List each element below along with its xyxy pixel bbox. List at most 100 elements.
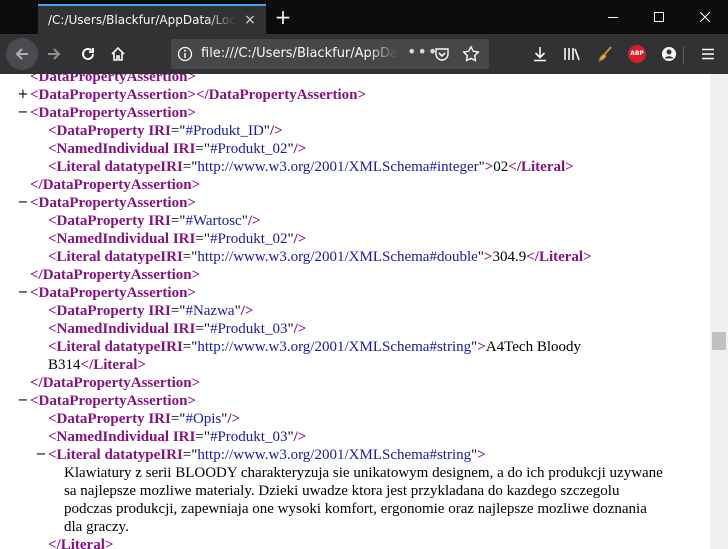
main-menu-button[interactable] — [693, 38, 723, 70]
xml-line: <DataProperty IRI="#Wartosc"/> — [0, 212, 700, 230]
xml-tag: <DataProperty — [48, 303, 149, 319]
maximize-icon — [654, 12, 664, 22]
collapse-toggle[interactable]: − — [35, 446, 47, 464]
xml-tag: > — [484, 159, 494, 175]
xml-attribute-value[interactable]: #Produkt_02 — [210, 141, 288, 157]
xml-attribute-name: datatypeIRI — [104, 447, 183, 463]
xml-attribute-value[interactable]: http://www.w3.org/2001/XMLSchema#integer — [197, 159, 478, 175]
xml-line: dla graczy. — [0, 518, 700, 536]
minimize-icon — [608, 17, 618, 18]
xml-tag: <Literal — [48, 447, 105, 463]
xml-text: =" — [182, 339, 198, 355]
xml-tag: > — [477, 447, 486, 463]
library-button[interactable] — [557, 38, 587, 70]
vertical-scrollbar[interactable] — [710, 74, 728, 549]
active-tab[interactable]: /C:/Users/Blackfur/AppData/Local/ × — [38, 4, 266, 34]
xml-tag: <Literal — [48, 339, 105, 355]
pocket-icon[interactable] — [434, 46, 450, 66]
arrow-left-icon — [15, 48, 28, 60]
library-icon — [564, 48, 580, 61]
adblock-plus-icon: ABP — [628, 45, 646, 63]
url-bar[interactable]: file:///C:/Users/Blackfur/AppData/Local/… — [171, 39, 489, 69]
xml-attribute-value[interactable]: #Wartosc — [185, 213, 241, 229]
xml-tag: /> — [240, 303, 254, 319]
bookmark-star-icon[interactable] — [462, 45, 480, 67]
xml-attribute-value[interactable]: http://www.w3.org/2001/XMLSchema#string — [197, 447, 471, 463]
collapse-toggle[interactable]: − — [17, 104, 29, 122]
home-icon — [111, 46, 125, 61]
xml-tag: <Literal — [48, 249, 105, 265]
xml-attribute-value[interactable]: #Produkt_03 — [210, 321, 288, 337]
xml-tag: /> — [293, 141, 307, 157]
account-button[interactable] — [654, 38, 684, 70]
expand-toggle[interactable]: + — [17, 86, 29, 104]
xml-attribute-value[interactable]: #Produkt_ID — [185, 123, 263, 139]
xml-attribute-name: IRI — [148, 123, 171, 139]
xml-text: A4Tech Bloody — [485, 339, 582, 355]
xml-line: <DataPropertyAssertion> — [0, 74, 700, 86]
xml-tag: <DataProperty — [48, 213, 149, 229]
xml-attribute-name: IRI — [172, 231, 196, 247]
xml-line: − <DataPropertyAssertion> — [0, 392, 700, 410]
xml-attribute-name: IRI — [172, 429, 196, 445]
collapse-toggle[interactable]: − — [17, 194, 29, 212]
xml-text: =" — [195, 231, 210, 247]
window-minimize-button[interactable] — [590, 0, 636, 34]
xml-text: =" — [195, 141, 210, 157]
window-maximize-button[interactable] — [636, 0, 682, 34]
xml-line: <Literal datatypeIRI="http://www.w3.org/… — [0, 158, 700, 176]
toolbar-separator — [683, 46, 684, 64]
xml-text: =" — [195, 429, 210, 445]
xml-line: <DataProperty IRI="#Produkt_ID"/> — [0, 122, 700, 140]
adblock-plus-button[interactable]: ABP — [622, 38, 652, 70]
tab-strip: /C:/Users/Blackfur/AppData/Local/ × + — [0, 0, 728, 34]
xml-attribute-value[interactable]: #Opis — [185, 411, 221, 427]
home-button[interactable] — [102, 38, 134, 70]
xml-line: <NamedIndividual IRI="#Produkt_03"/> — [0, 428, 700, 446]
xml-text: sa najlepsze mozliwe materialy. Dzieki u… — [64, 483, 620, 499]
forward-button[interactable] — [38, 38, 70, 70]
xml-line: </Literal> — [0, 536, 700, 549]
xml-tag: <NamedIndividual — [48, 429, 173, 445]
xml-tag: <DataPropertyAssertion> — [30, 195, 196, 211]
window-close-button[interactable] — [682, 0, 728, 34]
collapse-toggle[interactable]: − — [17, 284, 29, 302]
xml-attribute-name: datatypeIRI — [104, 339, 183, 355]
xml-tag: </Literal> — [80, 357, 146, 373]
xml-tag: /> — [293, 231, 307, 247]
xml-tag: <NamedIndividual — [48, 141, 173, 157]
tab-close-icon[interactable]: × — [242, 12, 258, 28]
xml-attribute-value[interactable]: #Nazwa — [185, 303, 234, 319]
xml-attribute-value[interactable]: #Produkt_02 — [210, 231, 288, 247]
new-tab-icon[interactable]: + — [270, 5, 296, 31]
xml-tag: /> — [247, 213, 261, 229]
xml-tag: </DataPropertyAssertion> — [30, 375, 201, 391]
xml-attribute-value[interactable]: http://www.w3.org/2001/XMLSchema#double — [197, 249, 477, 265]
collapse-toggle[interactable]: − — [17, 392, 29, 410]
xml-line: − <DataPropertyAssertion> — [0, 104, 700, 122]
xml-attribute-value[interactable]: http://www.w3.org/2001/XMLSchema#string — [197, 339, 471, 355]
info-icon[interactable] — [177, 46, 193, 66]
xml-attribute-name: IRI — [172, 321, 196, 337]
back-button[interactable] — [6, 38, 38, 70]
xml-line: <Literal datatypeIRI="http://www.w3.org/… — [0, 248, 700, 266]
downloads-button[interactable] — [525, 38, 555, 70]
xml-line: + <DataPropertyAssertion></DataPropertyAs… — [0, 86, 700, 104]
account-icon — [662, 47, 676, 61]
xml-text: =" — [182, 159, 198, 175]
scrollbar-thumb[interactable] — [712, 332, 726, 350]
xml-tag: </Literal> — [508, 159, 574, 175]
xml-tag: <Literal — [48, 159, 105, 175]
xml-tag: /> — [293, 429, 307, 445]
url-text[interactable]: file:///C:/Users/Blackfur/AppData/Local/ — [201, 46, 397, 62]
xml-line: <NamedIndividual IRI="#Produkt_03"/> — [0, 320, 700, 338]
xml-line: </DataPropertyAssertion> — [0, 374, 700, 392]
xml-tag: </DataPropertyAssertion> — [30, 177, 201, 193]
xml-tree: <DataPropertyAssertion> + <DataPropertyAss… — [0, 74, 700, 549]
xml-text: podczas produkcji, zapewniaja one wysoki… — [64, 501, 647, 517]
broom-extension-icon — [598, 46, 612, 62]
xml-attribute-value[interactable]: #Produkt_03 — [210, 429, 288, 445]
reload-button[interactable] — [72, 38, 104, 70]
extension-button[interactable] — [590, 38, 620, 70]
xml-line: </DataPropertyAssertion> — [0, 176, 700, 194]
